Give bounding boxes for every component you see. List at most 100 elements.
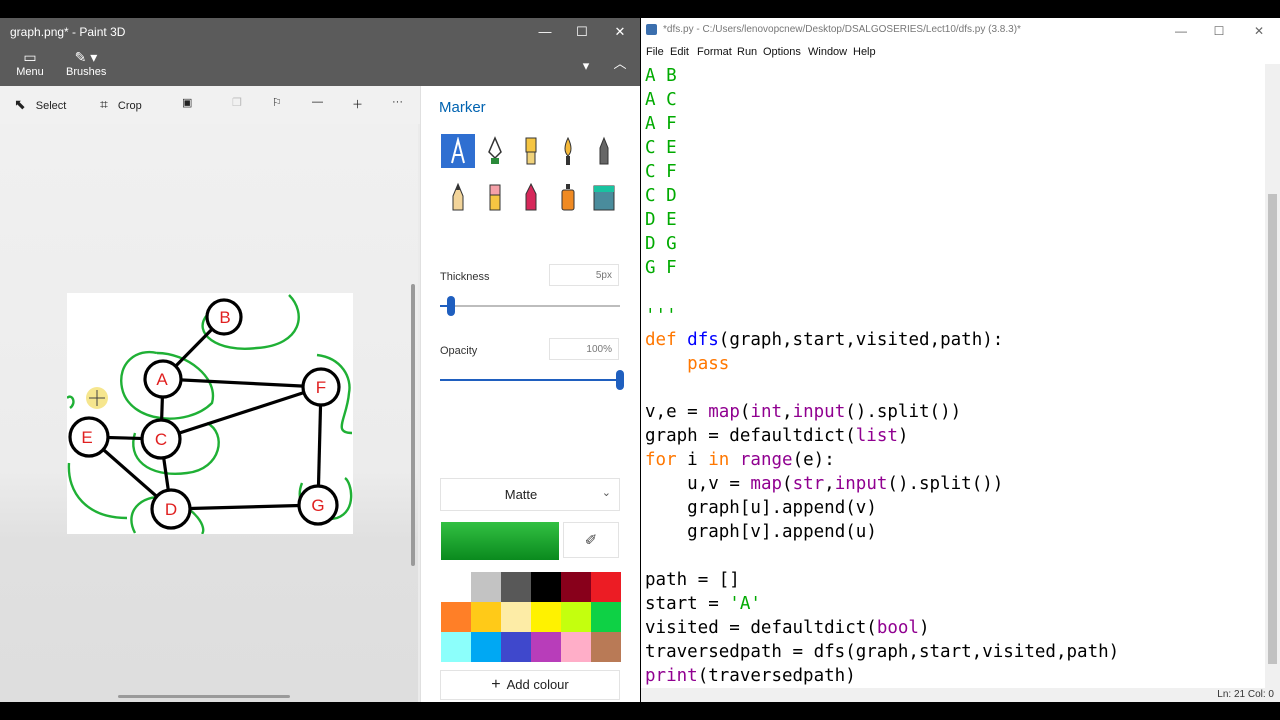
maximize-icon[interactable]: ☐ bbox=[1205, 21, 1233, 41]
palette-swatch[interactable] bbox=[561, 632, 591, 662]
disabled-ribbon-buttons bbox=[470, 52, 560, 80]
eraser-button[interactable] bbox=[478, 180, 512, 214]
folder-icon: ▭ bbox=[23, 49, 37, 65]
palette-swatch[interactable] bbox=[591, 602, 621, 632]
collapse-ribbon-icon[interactable]: ︿ bbox=[608, 54, 632, 74]
calligraphy-pen-button[interactable] bbox=[478, 134, 512, 168]
palette-swatch[interactable] bbox=[471, 632, 501, 662]
select-tool-label: Select bbox=[35, 100, 67, 112]
palette-swatch[interactable] bbox=[531, 632, 561, 662]
node-label-c: C bbox=[155, 430, 167, 449]
current-color-swatch[interactable] bbox=[441, 522, 559, 560]
palette-swatch[interactable] bbox=[531, 602, 561, 632]
code-line: D E bbox=[645, 210, 677, 230]
marker-brush-button[interactable] bbox=[441, 134, 475, 168]
palette-swatch[interactable] bbox=[471, 602, 501, 632]
node-label-f: F bbox=[316, 378, 326, 397]
menu-help[interactable]: Help bbox=[853, 46, 876, 58]
menu-button[interactable]: ▭ Menu bbox=[16, 48, 44, 78]
code-line: graph[u].append(v) bbox=[687, 498, 877, 518]
zoom-out-icon[interactable]: — bbox=[312, 96, 323, 108]
palette-swatch[interactable] bbox=[561, 572, 591, 602]
thickness-input[interactable]: 5px bbox=[549, 264, 619, 286]
menu-options[interactable]: Options bbox=[763, 46, 801, 58]
more-options-icon[interactable]: ··· bbox=[392, 96, 403, 108]
paint-ribbon: ▭ Menu ✎ ▾ Brushes ▾ ︿ bbox=[0, 46, 640, 86]
code-editor[interactable]: A B A C A F C E C F C D D E D G G F ''' def dfs(gr… bbox=[645, 64, 1263, 692]
zoom-in-icon[interactable]: ＋ bbox=[352, 96, 363, 112]
finish-dropdown[interactable]: Matte ⌄ bbox=[440, 478, 620, 511]
palette-swatch[interactable] bbox=[501, 602, 531, 632]
maximize-icon[interactable]: ☐ bbox=[570, 22, 594, 42]
menu-run[interactable]: Run bbox=[737, 46, 757, 58]
oil-brush-button[interactable] bbox=[514, 134, 548, 168]
code-line: traversedpath = dfs(graph,start,visited,… bbox=[645, 642, 1120, 662]
drawing-canvas[interactable]: B A F E C D G bbox=[67, 293, 353, 534]
code-line: C D bbox=[645, 186, 677, 206]
menu-window[interactable]: Window bbox=[808, 46, 847, 58]
brushes-button-label: Brushes bbox=[66, 66, 107, 78]
code-line: C F bbox=[645, 162, 677, 182]
add-colour-button[interactable]: + Add colour bbox=[440, 670, 620, 700]
opacity-slider-thumb[interactable] bbox=[616, 370, 624, 390]
copy-icon: ❐ bbox=[232, 97, 242, 109]
palette-swatch[interactable] bbox=[441, 602, 471, 632]
pixel-pen-button[interactable] bbox=[587, 134, 621, 168]
crop-tool-label: Crop bbox=[117, 100, 142, 112]
canvas-area[interactable]: B A F E C D G bbox=[0, 124, 418, 702]
code-line: D G bbox=[645, 234, 677, 254]
pencil-icon bbox=[452, 182, 464, 211]
pencil-button[interactable] bbox=[441, 180, 475, 214]
palette-swatch[interactable] bbox=[471, 572, 501, 602]
canvas-horizontal-scrollbar[interactable] bbox=[118, 695, 290, 698]
palette-swatch[interactable] bbox=[441, 572, 471, 602]
fill-bucket-icon bbox=[593, 185, 615, 211]
palette-swatch[interactable] bbox=[501, 632, 531, 662]
spray-can-button[interactable] bbox=[551, 180, 585, 214]
palette-swatch[interactable] bbox=[561, 602, 591, 632]
opacity-slider-fill bbox=[440, 379, 620, 381]
code-line: path = [] bbox=[645, 570, 740, 590]
minimize-icon[interactable]: — bbox=[533, 22, 557, 42]
opacity-slider[interactable] bbox=[440, 370, 624, 390]
crayon-button[interactable] bbox=[514, 180, 548, 214]
spray-can-icon bbox=[561, 184, 575, 211]
menu-format[interactable]: Format bbox=[697, 46, 732, 58]
watercolor-button[interactable] bbox=[551, 134, 585, 168]
magic-select-icon[interactable]: ▣ bbox=[182, 96, 192, 109]
menu-edit[interactable]: Edit bbox=[670, 46, 689, 58]
thickness-label: Thickness bbox=[440, 271, 490, 283]
canvas-vertical-scrollbar[interactable] bbox=[411, 284, 415, 566]
close-icon[interactable]: ✕ bbox=[608, 22, 632, 42]
code-line: A F bbox=[645, 114, 677, 134]
palette-swatch[interactable] bbox=[501, 572, 531, 602]
palette-swatch[interactable] bbox=[441, 632, 471, 662]
python-file-icon bbox=[646, 24, 657, 35]
opacity-input[interactable]: 100% bbox=[549, 338, 619, 360]
paint-window-title: graph.png* - Paint 3D bbox=[10, 25, 126, 39]
thickness-slider-thumb[interactable] bbox=[446, 296, 455, 316]
editor-scrollbar-thumb[interactable] bbox=[1268, 194, 1277, 664]
minimize-icon[interactable]: — bbox=[1167, 21, 1195, 41]
close-icon[interactable]: ✕ bbox=[1245, 21, 1273, 41]
flip-icon[interactable]: ⚐ bbox=[272, 96, 282, 109]
fill-bucket-button[interactable] bbox=[587, 180, 621, 214]
brushes-button[interactable]: ✎ ▾ Brushes bbox=[66, 48, 106, 78]
palette-swatch[interactable] bbox=[531, 572, 561, 602]
menu-file[interactable]: File bbox=[646, 46, 664, 58]
thickness-slider[interactable] bbox=[440, 296, 620, 316]
node-label-g: G bbox=[311, 496, 324, 515]
palette-swatch[interactable] bbox=[591, 632, 621, 662]
chevron-down-icon[interactable]: ▾ bbox=[574, 56, 598, 76]
idle-editor-window: *dfs.py - C:/Users/lenovopcnew/Desktop/D… bbox=[641, 18, 1280, 702]
select-tool[interactable]: ⬉ Select bbox=[14, 96, 66, 113]
eyedropper-button[interactable]: ✐ bbox=[563, 522, 619, 558]
crop-tool[interactable]: ⌗ Crop bbox=[100, 96, 142, 113]
paint-toolbar: ⬉ Select ⌗ Crop ▣ ❐ ⚐ — ＋ ··· bbox=[0, 86, 420, 124]
code-line: v,e = map(int,input().split()) bbox=[645, 402, 962, 422]
crosshair-cursor-icon bbox=[86, 387, 108, 409]
idle-menubar: File Edit Format Run Options Window Help bbox=[641, 44, 1280, 61]
editor-scrollbar[interactable] bbox=[1265, 64, 1280, 688]
palette-swatch[interactable] bbox=[591, 572, 621, 602]
